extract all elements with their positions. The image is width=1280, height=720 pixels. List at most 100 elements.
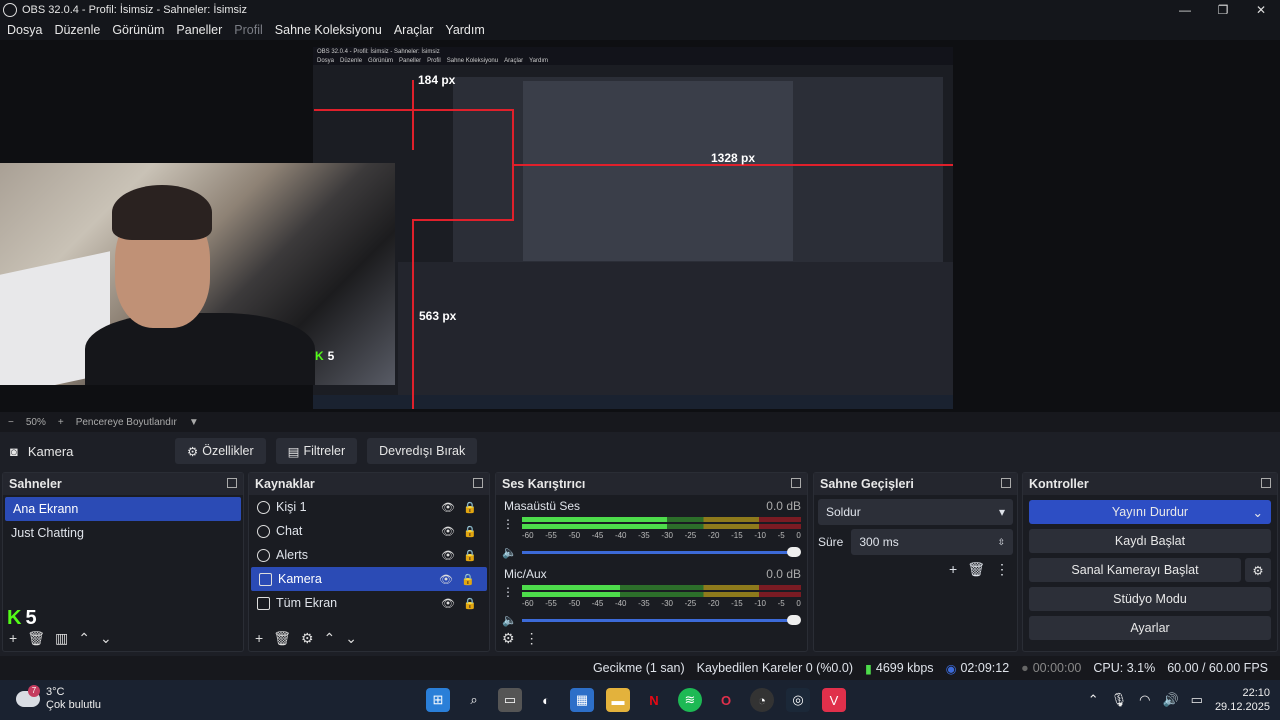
taskbar-apps: ⊞ ⌕ ▭ ◐ ▦ ▬ N ≋ O ◔ ◎ V — [426, 688, 846, 712]
scene-item[interactable]: Just Chatting — [3, 521, 243, 545]
scene-item[interactable]: Ana Ekrann — [5, 497, 241, 521]
wifi-icon[interactable]: ◠ — [1139, 692, 1150, 708]
menu-sahne-koleksiyonu[interactable]: Sahne Koleksiyonu — [275, 23, 382, 37]
source-item[interactable]: Chat 👁 🔒 — [249, 519, 489, 543]
virtual-camera-button[interactable]: Sanal Kamerayı Başlat — [1029, 558, 1241, 582]
gear-icon[interactable]: ⚙ — [502, 630, 515, 647]
folder-icon[interactable]: ▬ — [606, 688, 630, 712]
deactivate-button[interactable]: Devredışı Bırak — [367, 438, 478, 464]
steam-icon[interactable]: ◎ — [786, 688, 810, 712]
eye-icon[interactable]: 👁 — [441, 525, 455, 538]
duration-input[interactable]: 300 ms ⇳ — [851, 529, 1013, 555]
popout-icon[interactable] — [473, 478, 483, 488]
properties-button[interactable]: ⚙ Özellikler — [175, 438, 266, 464]
chevron-down-icon[interactable]: ⌄ — [345, 630, 357, 647]
spotify-icon[interactable]: ≋ — [678, 688, 702, 712]
close-button[interactable]: ✕ — [1242, 0, 1280, 20]
lock-icon[interactable]: 🔒 — [463, 501, 477, 514]
menu-dots-icon[interactable]: ⋮ — [502, 585, 514, 599]
trash-icon[interactable]: 🗑 — [27, 630, 45, 647]
channel-db: 0.0 dB — [766, 567, 801, 581]
duration-row: Süre 300 ms ⇳ — [818, 529, 1013, 555]
mixer-dock: Ses Karıştırıcı Masaüstü Ses 0.0 dB ⋮ -60… — [495, 472, 808, 652]
trash-icon[interactable]: 🗑 — [273, 630, 291, 647]
copilot-icon[interactable]: ◐ — [534, 688, 558, 712]
popout-icon[interactable] — [791, 478, 801, 488]
selected-source: ◙ Kamera — [10, 443, 74, 459]
battery-icon[interactable]: ▭ — [1191, 692, 1203, 708]
menu-dosya[interactable]: Dosya — [7, 23, 42, 37]
webcam-source[interactable] — [0, 163, 395, 385]
lock-icon[interactable]: 🔒 — [463, 549, 477, 562]
preview-canvas[interactable]: OBS 32.0.4 - Profil: İsimsiz - Sahneler:… — [313, 47, 953, 409]
chevron-up-icon[interactable]: ⌃ — [1088, 692, 1099, 708]
menu-yardim[interactable]: Yardım — [445, 23, 484, 37]
preview-area[interactable]: OBS 32.0.4 - Profil: İsimsiz - Sahneler:… — [0, 40, 1280, 412]
maximize-button[interactable]: ❐ — [1204, 0, 1242, 20]
menu-gorunum[interactable]: Görünüm — [112, 23, 164, 37]
add-icon[interactable]: + — [9, 630, 17, 647]
source-item[interactable]: Tüm Ekran 👁 🔒 — [249, 591, 489, 615]
minimize-button[interactable]: — — [1166, 0, 1204, 20]
trash-icon[interactable]: 🗑 — [967, 561, 985, 578]
menu-araclar[interactable]: Araçlar — [394, 23, 434, 37]
opera-icon[interactable]: O — [714, 688, 738, 712]
stop-stream-button[interactable]: Yayını Durdur ⌄ — [1029, 500, 1271, 524]
lock-icon[interactable]: 🔒 — [461, 573, 475, 586]
zoom-in-button[interactable]: + — [58, 417, 64, 428]
menu-dots-icon[interactable]: ⋮ — [502, 517, 514, 531]
popout-icon[interactable] — [1261, 478, 1271, 488]
zoom-value: 50% — [25, 416, 46, 428]
filters-button[interactable]: ▤ Filtreler — [275, 438, 358, 464]
menu-dots-icon[interactable]: ⋮ — [995, 561, 1009, 578]
windows-start-icon[interactable]: ⊞ — [426, 688, 450, 712]
filter-icon[interactable]: ▥ — [55, 630, 68, 647]
volume-slider[interactable]: 🔈 — [502, 613, 801, 627]
clock[interactable]: 22:10 29.12.2025 — [1215, 686, 1270, 714]
microphone-icon[interactable]: 🎙 — [1111, 692, 1128, 708]
scenes-toolbar: + 🗑 ▥ ⌃ ⌄ — [9, 630, 112, 647]
chevron-down-icon[interactable]: ▼ — [189, 417, 199, 428]
source-item[interactable]: Kamera 👁 🔒 — [251, 567, 487, 591]
lock-icon[interactable]: 🔒 — [463, 525, 477, 538]
lock-icon[interactable]: 🔒 — [463, 597, 477, 610]
sources-dock: Kaynaklar Kişi 1 👁 🔒 Chat 👁 🔒 Alerts 👁 🔒 Kamer… — [248, 472, 490, 652]
popout-icon[interactable] — [227, 478, 237, 488]
add-icon[interactable]: + — [949, 561, 957, 578]
start-recording-button[interactable]: Kaydı Başlat — [1029, 529, 1271, 553]
valorant-icon[interactable]: V — [822, 688, 846, 712]
studio-mode-button[interactable]: Stüdyo Modu — [1029, 587, 1271, 611]
volume-icon[interactable]: 🔊 — [1162, 692, 1178, 708]
volume-slider[interactable]: 🔈 — [502, 545, 801, 559]
source-item[interactable]: Alerts 👁 🔒 — [249, 543, 489, 567]
source-item[interactable]: Kişi 1 👁 🔒 — [249, 495, 489, 519]
menu-dots-icon[interactable]: ⋮ — [525, 630, 539, 647]
chevron-up-icon[interactable]: ⌃ — [324, 630, 336, 647]
weather-widget[interactable]: 7 3°C Çok bulutlu — [16, 685, 101, 712]
popout-icon[interactable] — [1001, 478, 1011, 488]
menu-duzenle[interactable]: Düzenle — [54, 23, 100, 37]
measure-label-bottom: 563 px — [419, 309, 457, 323]
zoom-out-button[interactable]: − — [8, 417, 14, 428]
eye-icon[interactable]: 👁 — [441, 501, 455, 514]
chevron-up-icon[interactable]: ⌃ — [78, 630, 90, 647]
eye-icon[interactable]: 👁 — [439, 573, 453, 586]
task-view-icon[interactable]: ▭ — [498, 688, 522, 712]
netflix-icon[interactable]: N — [642, 688, 666, 712]
system-tray: ⌃ 🎙 ◠ 🔊 ▭ 22:10 29.12.2025 — [1088, 686, 1270, 714]
search-icon[interactable]: ⌕ — [462, 688, 486, 712]
gear-icon[interactable]: ⚙ — [1245, 558, 1271, 582]
filter-icon: ▤ — [287, 444, 300, 459]
fit-to-window-dropdown[interactable]: Pencereye Boyutlandır — [76, 417, 177, 428]
chevron-down-icon[interactable]: ⌄ — [100, 630, 112, 647]
menu-paneller[interactable]: Paneller — [176, 23, 222, 37]
eye-icon[interactable]: 👁 — [441, 549, 455, 562]
obs-icon[interactable]: ◔ — [750, 688, 774, 712]
menu-profil[interactable]: Profil — [234, 23, 262, 37]
add-icon[interactable]: + — [255, 630, 263, 647]
store-icon[interactable]: ▦ — [570, 688, 594, 712]
eye-icon[interactable]: 👁 — [441, 597, 455, 610]
settings-button[interactable]: Ayarlar — [1029, 616, 1271, 640]
transition-select[interactable]: Soldur ▾ — [818, 499, 1013, 525]
gear-icon[interactable]: ⚙ — [301, 630, 314, 647]
